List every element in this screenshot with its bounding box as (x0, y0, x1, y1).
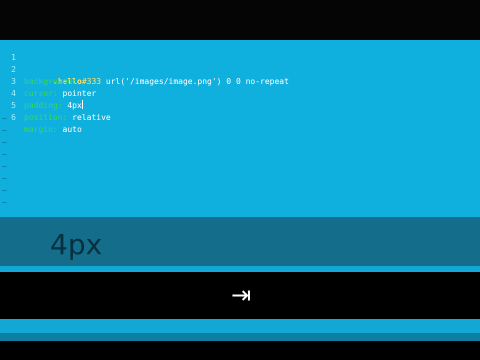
empty-line-marker: ~ (2, 162, 7, 171)
empty-line-marker: ~ (2, 186, 7, 195)
css-color-value: #333 (81, 77, 102, 86)
editor-strip (0, 319, 480, 333)
code-line: 5 position: relative (0, 88, 111, 122)
empty-line-marker: ~ (2, 138, 7, 147)
value-preview-text: 4px (50, 228, 103, 261)
css-property: background: (24, 77, 77, 86)
code-line: 3 cursor: pointer (0, 64, 96, 98)
empty-line-marker: ~ (2, 126, 7, 135)
css-property: cursor: (24, 89, 58, 98)
code-text: cursor: pointer (24, 88, 96, 100)
css-value: auto (57, 125, 82, 134)
css-value: 4px (62, 101, 82, 110)
line-number: 6 (11, 113, 16, 122)
css-value: pointer (57, 89, 97, 98)
tab-key-icon: ⇥ (230, 281, 252, 309)
code-text: padding: 4px (24, 100, 83, 112)
css-property: margin: (24, 125, 58, 134)
window-bottom-bar (0, 341, 480, 360)
empty-line-marker: ~ (2, 114, 7, 123)
text-cursor (81, 100, 83, 109)
code-line: 6 margin: auto (0, 100, 82, 134)
empty-line-marker: ~ (2, 150, 7, 159)
empty-line-marker: ~ (2, 198, 7, 207)
css-property: position: (24, 113, 68, 122)
code-line: 2 background: #333 url('/images/image.pn… (0, 52, 289, 86)
window-top-bar (0, 0, 480, 40)
css-value: url('/images/image.png') 0 0 no-repeat (101, 77, 289, 86)
status-line (0, 333, 480, 341)
code-text: background: #333 url('/images/image.png'… (24, 76, 289, 88)
code-text: position: relative (24, 112, 111, 124)
css-property: padding: (24, 101, 63, 110)
css-value: relative (67, 113, 111, 122)
code-line: 1 .hello (0, 40, 82, 86)
code-text: margin: auto (24, 124, 82, 136)
code-line: 4 padding: 4px (0, 76, 83, 110)
empty-line-marker: ~ (2, 174, 7, 183)
